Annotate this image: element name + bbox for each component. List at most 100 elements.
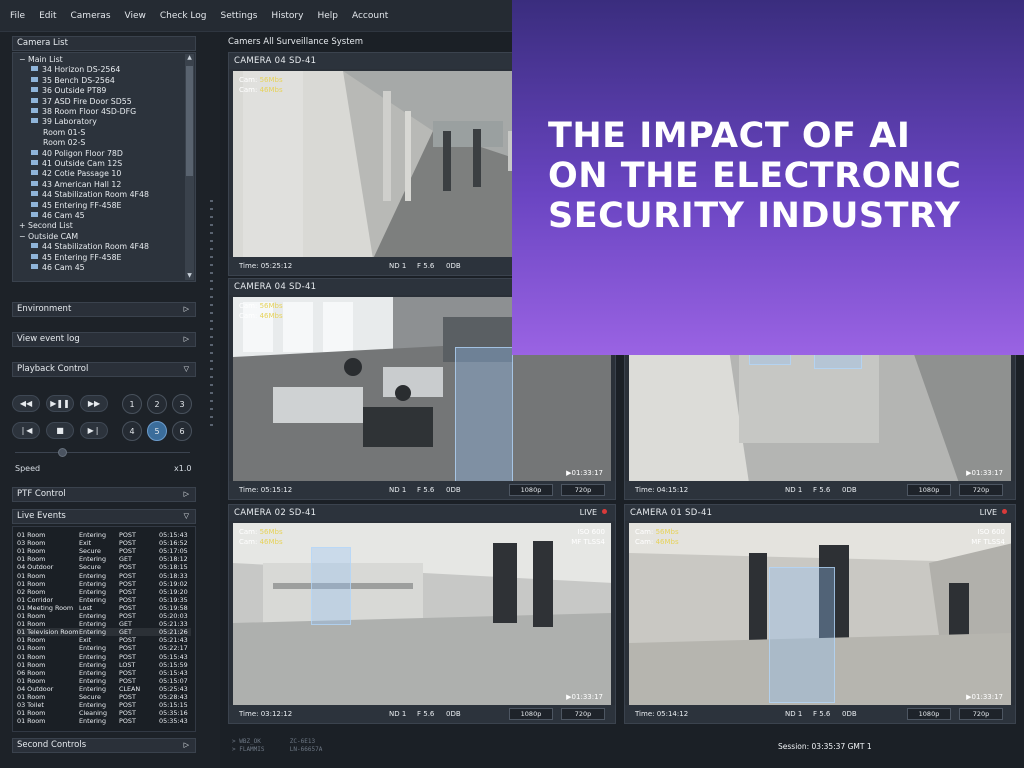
tree-item[interactable]: 46 Cam 45 bbox=[31, 211, 85, 221]
fast-forward-button[interactable]: ▶▶ bbox=[80, 395, 108, 412]
skip-back-button[interactable]: ❘◀ bbox=[12, 422, 40, 439]
system-title: Camers All Surveillance System bbox=[228, 37, 364, 47]
event-row[interactable]: 01 Room Entering POST 05:19:02 bbox=[17, 580, 191, 588]
channel-2-button[interactable]: 2 bbox=[147, 394, 167, 414]
tree-item[interactable]: 43 American Hall 12 bbox=[31, 180, 121, 190]
resolution-720p-button[interactable]: 720p bbox=[959, 708, 1003, 720]
event-row[interactable]: 04 Outdoor Entering CLEAN 05:25:43 bbox=[17, 685, 191, 693]
resolution-1080p-button[interactable]: 1080p bbox=[509, 708, 553, 720]
event-row[interactable]: 01 Meeting Room Lost POST 05:19:58 bbox=[17, 604, 191, 612]
scroll-down-icon[interactable]: ▼ bbox=[186, 272, 193, 280]
view-event-log-header[interactable]: View event log ▷ bbox=[12, 332, 196, 347]
menu-settings[interactable]: Settings bbox=[221, 11, 258, 21]
f-stop-value: F 5.6 bbox=[813, 486, 831, 494]
resolution-1080p-button[interactable]: 1080p bbox=[907, 484, 951, 496]
event-row[interactable]: 01 Room Exit POST 05:21:43 bbox=[17, 636, 191, 644]
tree-item[interactable]: 44 Stabilization Room 4F48 bbox=[31, 242, 149, 252]
status-bar: > WBZ_OK ZC-6E13 > FLAMMIS LN-66657A Ses… bbox=[228, 732, 1016, 762]
event-row[interactable]: 01 Room Cleaning POST 05:35:16 bbox=[17, 709, 191, 717]
event-row[interactable]: 01 Room Entering POST 05:35:43 bbox=[17, 717, 191, 725]
skip-forward-button[interactable]: ▶❘ bbox=[80, 422, 108, 439]
expand-right-icon: ▷ bbox=[183, 335, 189, 343]
tree-group[interactable]: − Outside CAM bbox=[19, 232, 78, 242]
camera-tile-4[interactable]: CAMERA 02 SD-41 LIVE Cam: 56Mbs Cam: 46Mb… bbox=[228, 504, 616, 724]
menu-edit[interactable]: Edit bbox=[39, 11, 56, 21]
event-row[interactable]: 01 Room Entering POST 05:15:43 bbox=[17, 531, 191, 539]
resolution-1080p-button[interactable]: 1080p bbox=[907, 708, 951, 720]
tree-item[interactable]: 36 Outside PT89 bbox=[31, 86, 106, 96]
resolution-720p-button[interactable]: 720p bbox=[959, 484, 1003, 496]
menu-help[interactable]: Help bbox=[317, 11, 338, 21]
tree-item[interactable]: 46 Cam 45 bbox=[31, 263, 85, 273]
menu-check-log[interactable]: Check Log bbox=[160, 11, 207, 21]
playback-control-header[interactable]: Playback Control ▽ bbox=[12, 362, 196, 377]
speed-slider-handle[interactable] bbox=[58, 448, 67, 457]
tree-item[interactable]: Room 01-S bbox=[43, 128, 85, 138]
event-row[interactable]: 02 Room Entering POST 05:19:20 bbox=[17, 588, 191, 596]
event-row[interactable]: 03 Toilet Entering POST 05:15:15 bbox=[17, 701, 191, 709]
event-row[interactable]: 01 Room Entering POST 05:15:43 bbox=[17, 653, 191, 661]
channel-1-button[interactable]: 1 bbox=[122, 394, 142, 414]
event-row[interactable]: 01 Room Entering POST 05:15:07 bbox=[17, 677, 191, 685]
tree-scrollbar[interactable]: ▲ ▼ bbox=[185, 54, 194, 280]
event-row[interactable]: 01 Television Room Entering GET 05:21:26 bbox=[17, 628, 191, 637]
scroll-up-icon[interactable]: ▲ bbox=[186, 54, 193, 62]
ptf-control-header[interactable]: PTF Control ▷ bbox=[12, 487, 196, 502]
event-row[interactable]: 01 Room Entering GET 05:18:12 bbox=[17, 555, 191, 563]
event-row[interactable]: 04 Outdoor Secure POST 05:18:15 bbox=[17, 563, 191, 571]
second-controls-header[interactable]: Second Controls ▷ bbox=[12, 738, 196, 753]
resolution-1080p-button[interactable]: 1080p bbox=[509, 484, 553, 496]
event-row[interactable]: 06 Room Entering POST 05:15:43 bbox=[17, 669, 191, 677]
tree-item[interactable]: 41 Outside Cam 12S bbox=[31, 159, 122, 169]
event-time: 05:22:17 bbox=[159, 644, 188, 653]
tree-group[interactable]: + Second List bbox=[19, 221, 73, 231]
event-row[interactable]: 01 Room Entering GET 05:21:33 bbox=[17, 620, 191, 628]
folder-icon bbox=[31, 118, 38, 124]
tree-folder[interactable]: 39 Laboratory bbox=[31, 117, 97, 127]
event-row[interactable]: 01 Corridor Entering POST 05:19:35 bbox=[17, 596, 191, 604]
tree-item[interactable]: 38 Room Floor 4SD-DFG bbox=[31, 107, 136, 117]
menu-history[interactable]: History bbox=[271, 11, 303, 21]
rewind-button[interactable]: ◀◀ bbox=[12, 395, 40, 412]
tree-group[interactable]: − Main List bbox=[19, 55, 63, 65]
menu-view[interactable]: View bbox=[125, 11, 146, 21]
stop-button[interactable]: ■ bbox=[46, 422, 74, 439]
tree-item[interactable]: 34 Horizon DS-2564 bbox=[31, 65, 120, 75]
event-method: POST bbox=[119, 612, 136, 620]
play-pause-button[interactable]: ▶❚❚ bbox=[46, 395, 74, 412]
tree-item[interactable]: 35 Bench DS-2564 bbox=[31, 76, 115, 86]
tree-item[interactable]: 45 Entering FF-458E bbox=[31, 201, 121, 211]
channel-6-button[interactable]: 6 bbox=[172, 421, 192, 441]
event-row[interactable]: 01 Room Secure POST 05:17:05 bbox=[17, 547, 191, 555]
channel-4-button[interactable]: 4 bbox=[122, 421, 142, 441]
tree-item[interactable]: 45 Entering FF-458E bbox=[31, 253, 121, 263]
resolution-720p-button[interactable]: 720p bbox=[561, 484, 605, 496]
camera-tile-5[interactable]: CAMERA 01 SD-41 LIVE Cam: 56Mbs Cam: 46Mb… bbox=[624, 504, 1016, 724]
tree-item[interactable]: 37 ASD Fire Door SD55 bbox=[31, 97, 132, 107]
menu-account[interactable]: Account bbox=[352, 11, 388, 21]
live-dot-icon bbox=[1002, 509, 1007, 514]
channel-5-button[interactable]: 5 bbox=[147, 421, 167, 441]
event-row[interactable]: 01 Room Entering LOST 05:15:59 bbox=[17, 661, 191, 669]
event-row[interactable]: 01 Room Secure POST 05:28:43 bbox=[17, 693, 191, 701]
event-row[interactable]: 01 Room Entering POST 05:20:03 bbox=[17, 612, 191, 620]
tree-item[interactable]: 42 Cotie Passage 10 bbox=[31, 169, 121, 179]
event-method: GET bbox=[119, 628, 132, 637]
menu-file[interactable]: File bbox=[10, 11, 25, 21]
event-row[interactable]: 01 Room Entering POST 05:18:33 bbox=[17, 572, 191, 580]
tree-item[interactable]: 40 Poligon Floor 78D bbox=[31, 149, 123, 159]
event-row[interactable]: 01 Room Entering POST 05:22:17 bbox=[17, 644, 191, 652]
resolution-720p-button[interactable]: 720p bbox=[561, 708, 605, 720]
tree-item[interactable]: Room 02-S bbox=[43, 138, 85, 148]
event-row[interactable]: 03 Room Exit POST 05:16:52 bbox=[17, 539, 191, 547]
scroll-thumb[interactable] bbox=[186, 66, 193, 176]
channel-3-button[interactable]: 3 bbox=[172, 394, 192, 414]
menu-cameras[interactable]: Cameras bbox=[71, 11, 111, 21]
resize-handle[interactable] bbox=[210, 200, 213, 430]
live-events-header[interactable]: Live Events ▽ bbox=[12, 509, 196, 524]
event-location: 01 Room bbox=[17, 571, 46, 580]
camera-list-header[interactable]: Camera List bbox=[12, 36, 196, 51]
tree-item[interactable]: 44 Stabilization Room 4F48 bbox=[31, 190, 149, 200]
speed-slider-track[interactable] bbox=[15, 452, 190, 453]
environment-header[interactable]: Environment ▷ bbox=[12, 302, 196, 317]
